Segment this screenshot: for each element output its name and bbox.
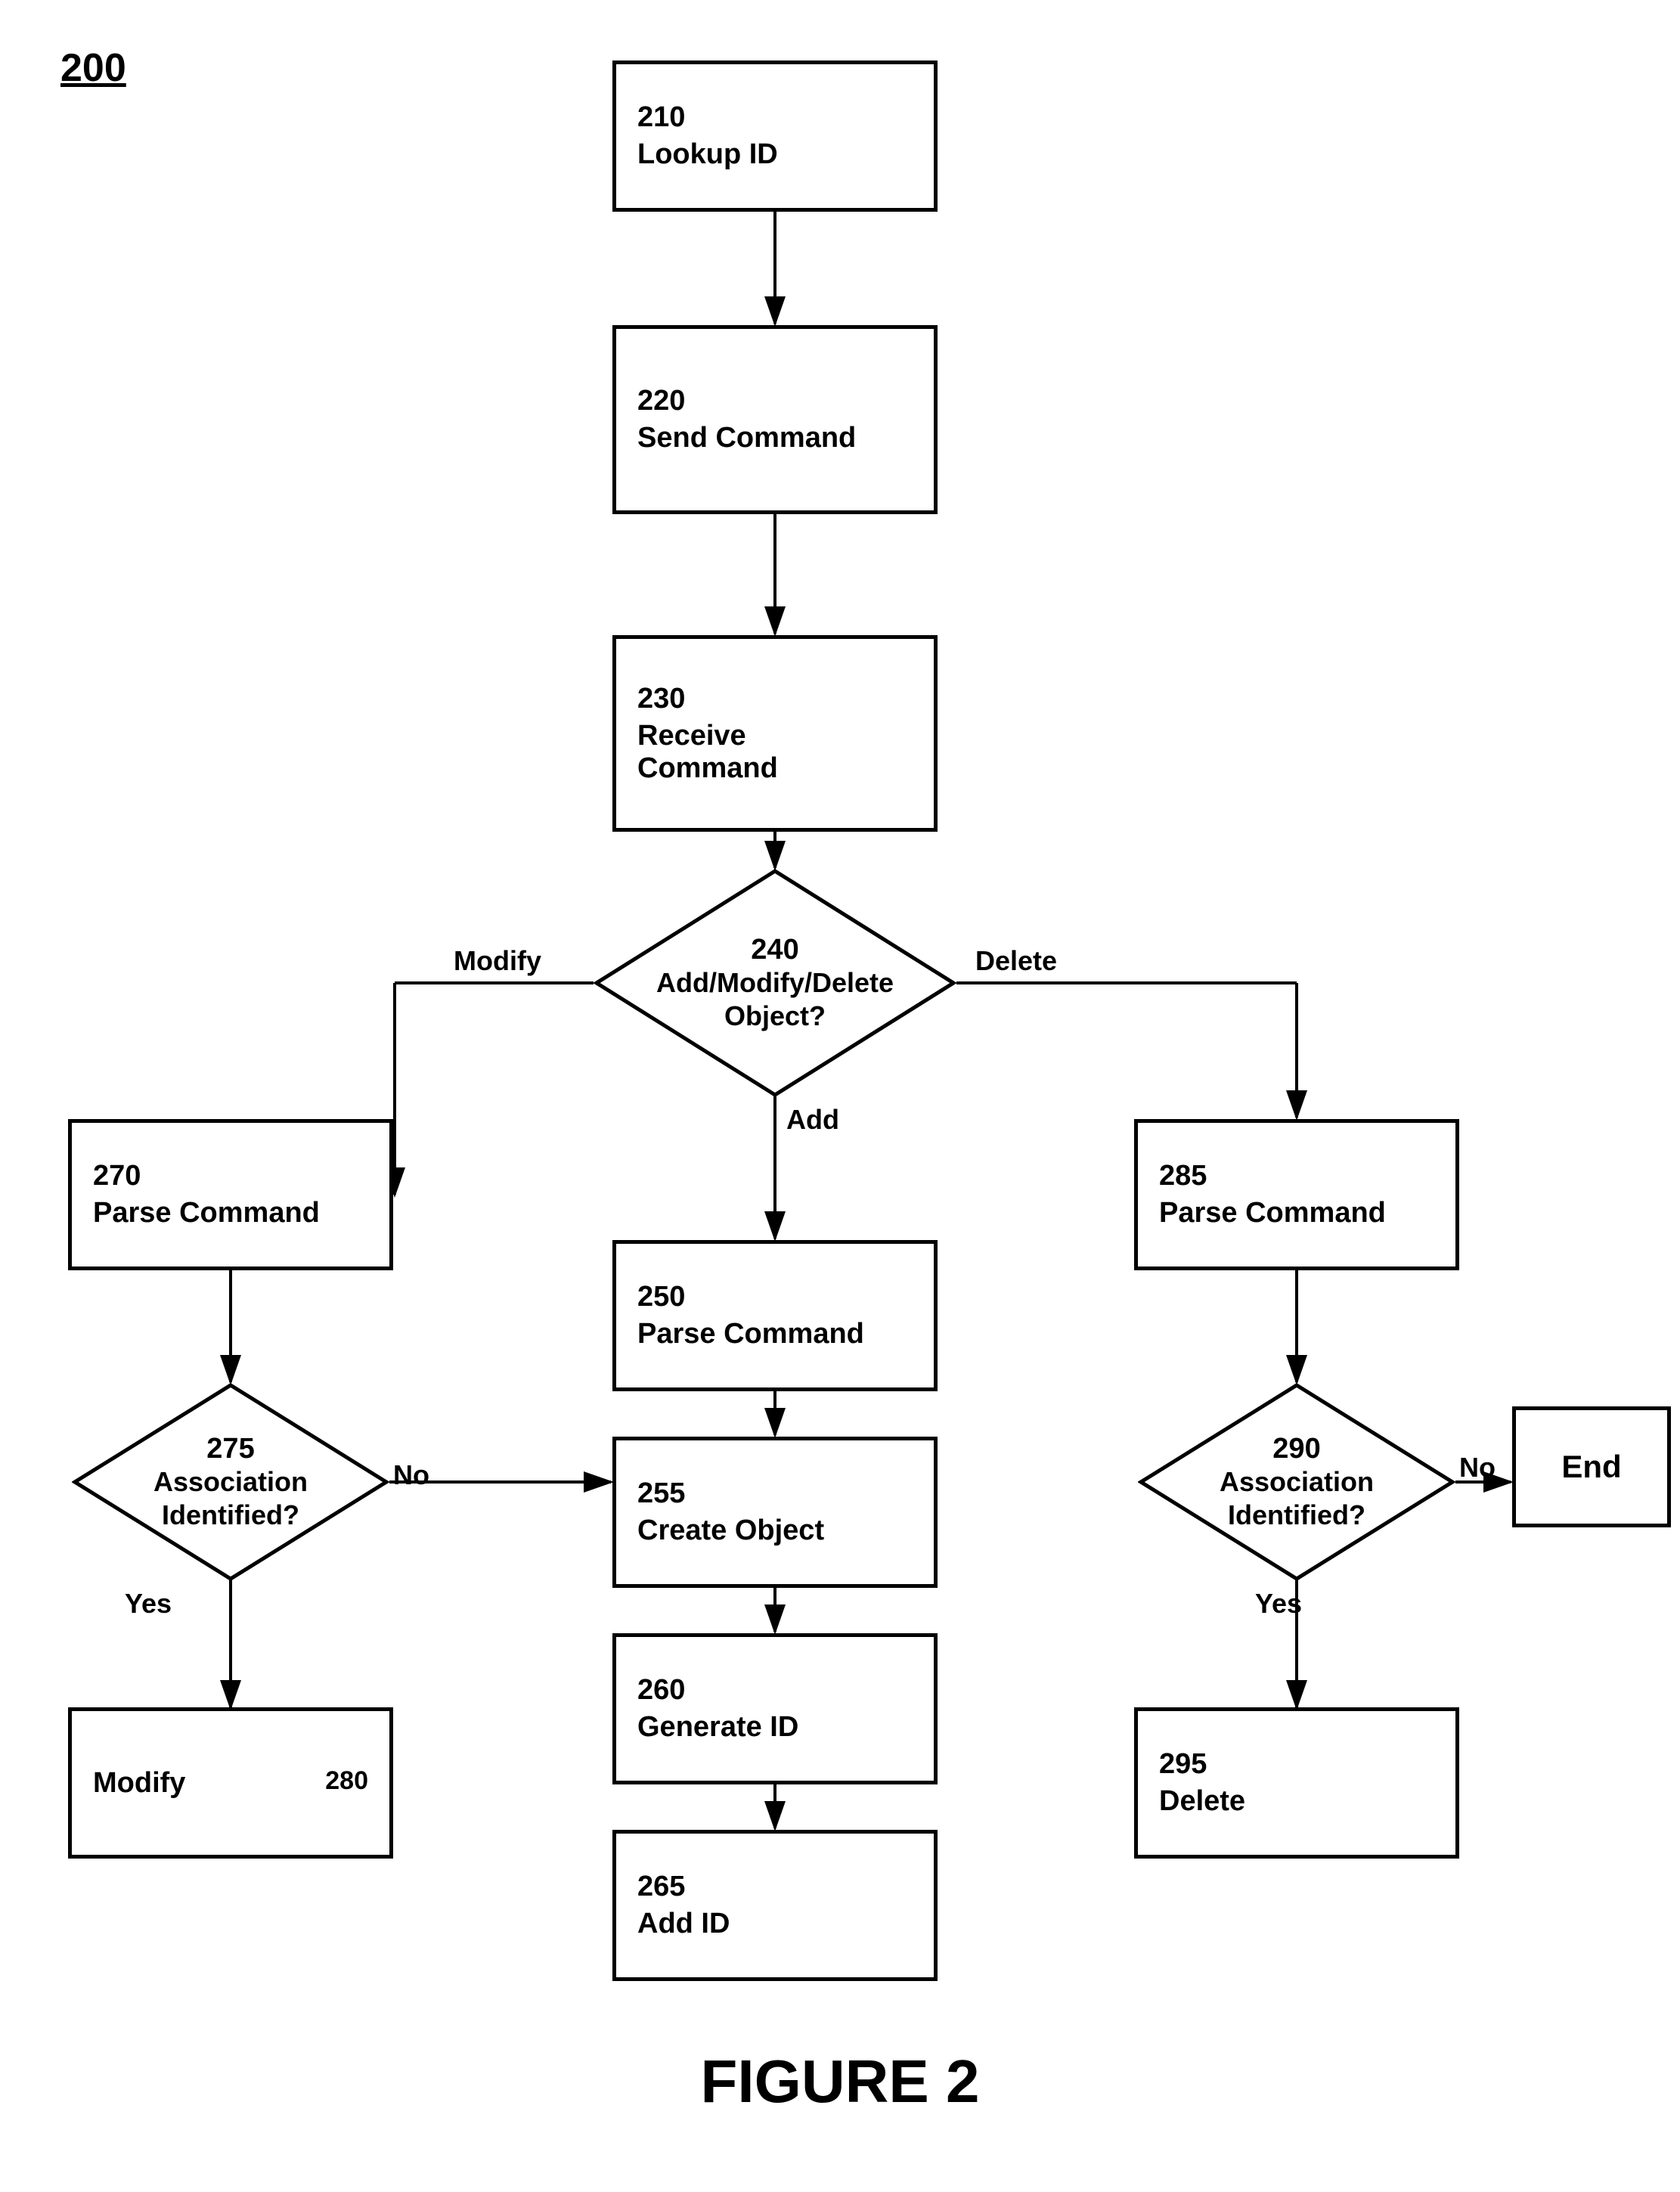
no-label-290: No [1459,1452,1496,1484]
yes-label-275: Yes [125,1588,172,1620]
figure-label: FIGURE 2 [701,2047,980,2116]
diagram-container: 200 [0,0,1680,2192]
box-220: 220 Send Command [612,325,938,514]
box-270: 270 Parse Command [68,1119,393,1270]
box-230: 230 Receive Command [612,635,938,832]
box-280: Modify 280 [68,1707,393,1859]
box-265: 265 Add ID [612,1830,938,1981]
delete-label: Delete [975,945,1057,977]
box-end: End [1512,1406,1671,1527]
box-255: 255 Create Object [612,1437,938,1588]
box-295: 295 Delete [1134,1707,1459,1859]
diamond-275: 275 AssociationIdentified? [72,1382,389,1582]
no-label-275: No [393,1459,429,1491]
box-285: 285 Parse Command [1134,1119,1459,1270]
modify-label: Modify [454,945,541,977]
box-250: 250 Parse Command [612,1240,938,1391]
box-210: 210 Lookup ID [612,60,938,212]
diamond-240: 240 Add/Modify/DeleteObject? [594,868,956,1098]
diamond-290: 290 AssociationIdentified? [1138,1382,1455,1582]
yes-label-290: Yes [1255,1588,1302,1620]
diagram-id: 200 [60,45,126,91]
add-label: Add [786,1104,839,1136]
box-260: 260 Generate ID [612,1633,938,1784]
